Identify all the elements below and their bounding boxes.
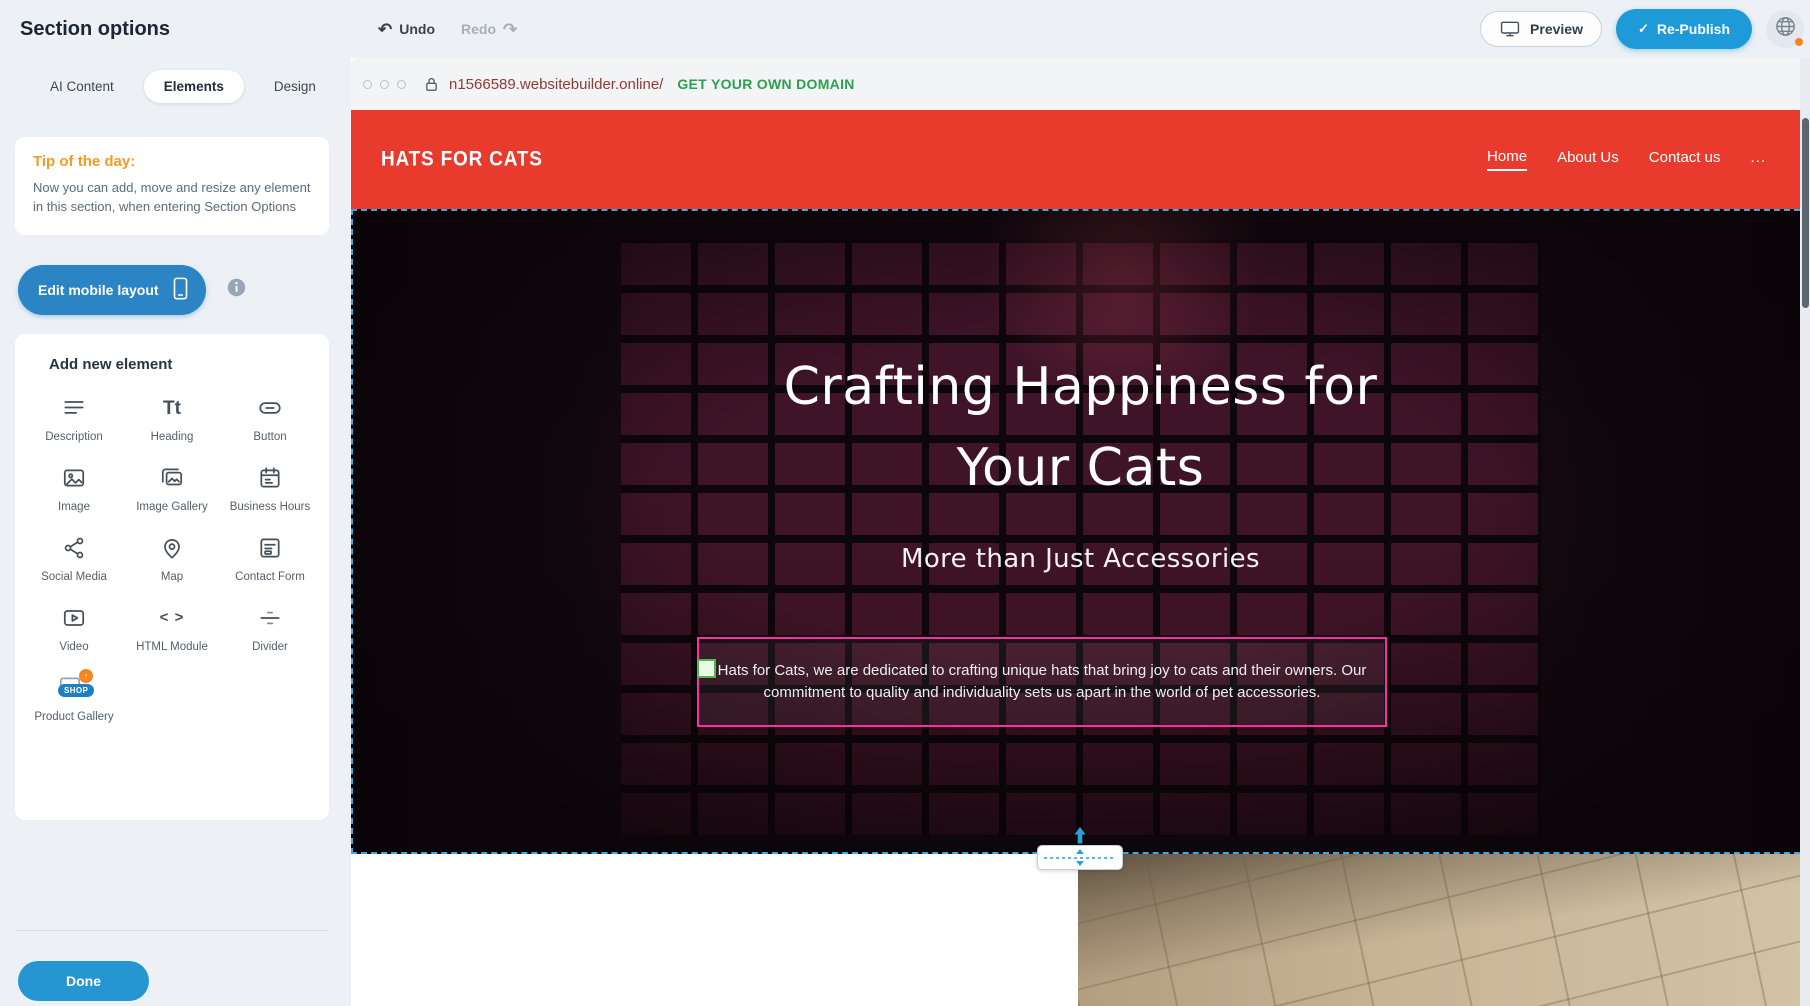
tab-elements[interactable]: Elements: [144, 70, 244, 103]
add-new-element-title: Add new element: [49, 356, 319, 373]
nav-home[interactable]: Home: [1487, 148, 1527, 171]
undo-redo-group: ↶ Undo Redo ↷: [378, 0, 517, 58]
tip-body: Now you can add, move and resize any ele…: [33, 179, 311, 217]
tip-title: Tip of the day:: [33, 153, 311, 170]
app-root: Section options ↶ Undo Redo ↷ Preview ✓ …: [0, 0, 1810, 1006]
hero-section[interactable]: Crafting Happiness for Your Cats More th…: [351, 209, 1810, 854]
hero-heading-line1: Crafting Happiness for: [351, 347, 1810, 428]
site-url: n1566589.websitebuilder.online/: [449, 76, 663, 93]
redo-label: Redo: [461, 21, 496, 37]
topbar-right-group: Preview ✓ Re-Publish: [1480, 0, 1804, 58]
window-dot-icon: [380, 80, 389, 89]
element-heading[interactable]: Tt Heading: [123, 393, 221, 445]
section-resize-arrow-icon: [1073, 826, 1087, 850]
button-icon: [255, 393, 285, 423]
business-hours-icon: [255, 463, 285, 493]
image-gallery-icon: [157, 463, 187, 493]
window-dots: [363, 80, 406, 89]
preview-label: Preview: [1530, 21, 1583, 37]
map-pin-icon: [157, 533, 187, 563]
element-drag-handle[interactable]: [697, 659, 716, 678]
sidebar-tabs: AI Content Elements Design: [30, 70, 336, 103]
element-description[interactable]: Description: [25, 393, 123, 445]
redo-button[interactable]: Redo ↷: [461, 21, 517, 38]
product-gallery-icon: SHOP ↑: [57, 673, 91, 703]
sidebar-divider: [15, 930, 329, 931]
element-html-module[interactable]: < > HTML Module: [123, 603, 221, 655]
description-icon: [59, 393, 89, 423]
tab-design[interactable]: Design: [254, 70, 336, 103]
divider-icon: [255, 603, 285, 633]
nav-contact-us[interactable]: Contact us: [1649, 149, 1721, 170]
undo-icon: ↶: [378, 21, 392, 38]
tip-of-the-day-card: Tip of the day: Now you can add, move an…: [15, 137, 329, 235]
nav-about-us[interactable]: About Us: [1557, 149, 1619, 170]
html-module-icon: < >: [157, 603, 187, 633]
element-contact-form[interactable]: Contact Form: [221, 533, 319, 585]
info-icon[interactable]: [226, 277, 247, 303]
element-grid: Description Tt Heading Button: [25, 393, 319, 725]
section-options-sidebar: AI Content Elements Design Tip of the da…: [0, 58, 351, 1006]
hero-heading[interactable]: Crafting Happiness for Your Cats: [351, 347, 1810, 509]
check-icon: ✓: [1638, 21, 1649, 37]
page-title: Section options: [20, 18, 170, 41]
next-section-photo: [1078, 854, 1810, 1006]
language-globe-button[interactable]: [1766, 10, 1804, 48]
selected-text-element[interactable]: Hats for Cats, we are dedicated to craft…: [697, 637, 1387, 727]
scrollbar-track: [1800, 58, 1810, 1006]
element-button[interactable]: Button: [221, 393, 319, 445]
tab-ai-content[interactable]: AI Content: [30, 70, 134, 103]
upgrade-badge-icon: ↑: [79, 669, 93, 683]
browser-chrome-bar: n1566589.websitebuilder.online/ GET YOUR…: [351, 58, 1810, 110]
undo-label: Undo: [399, 21, 435, 37]
top-toolbar: Section options ↶ Undo Redo ↷ Preview ✓ …: [0, 0, 1810, 58]
scrollbar-thumb[interactable]: [1802, 118, 1809, 308]
republish-button[interactable]: ✓ Re-Publish: [1616, 9, 1752, 49]
video-icon: [59, 603, 89, 633]
site-nav: Home About Us Contact us ...: [1487, 148, 1766, 171]
add-new-element-panel: Add new element Description Tt Heading: [15, 334, 329, 820]
element-product-gallery[interactable]: SHOP ↑ Product Gallery: [25, 673, 123, 725]
hero-paragraph: Hats for Cats, we are dedicated to craft…: [717, 660, 1367, 705]
window-dot-icon: [363, 80, 372, 89]
shop-badge: SHOP: [58, 684, 94, 697]
element-social-media[interactable]: Social Media: [25, 533, 123, 585]
monitor-icon: [1499, 21, 1521, 37]
element-image[interactable]: Image: [25, 463, 123, 515]
window-dot-icon: [397, 80, 406, 89]
hero-glow: [351, 209, 1810, 854]
mobile-layout-row: Edit mobile layout: [18, 265, 247, 315]
element-image-gallery[interactable]: Image Gallery: [123, 463, 221, 515]
edit-mobile-label: Edit mobile layout: [38, 282, 159, 298]
heading-icon: Tt: [157, 393, 187, 423]
nav-more[interactable]: ...: [1750, 149, 1766, 170]
site-preview-area: n1566589.websitebuilder.online/ GET YOUR…: [351, 58, 1810, 1006]
element-map[interactable]: Map: [123, 533, 221, 585]
republish-label: Re-Publish: [1657, 21, 1730, 37]
edit-mobile-layout-button[interactable]: Edit mobile layout: [18, 265, 206, 315]
undo-button[interactable]: ↶ Undo: [378, 21, 435, 38]
lock-icon: [424, 76, 439, 93]
redo-icon: ↷: [503, 21, 517, 38]
get-domain-link[interactable]: GET YOUR OWN DOMAIN: [677, 76, 854, 92]
site-header: HATS FOR CATS Home About Us Contact us .…: [351, 110, 1810, 209]
done-button[interactable]: Done: [18, 961, 149, 1001]
site-logo: HATS FOR CATS: [381, 147, 543, 172]
contact-form-icon: [255, 533, 285, 563]
social-media-icon: [59, 533, 89, 563]
element-divider[interactable]: Divider: [221, 603, 319, 655]
notification-dot: [1795, 38, 1803, 46]
hero-subheading[interactable]: More than Just Accessories: [351, 541, 1810, 577]
image-icon: [59, 463, 89, 493]
element-business-hours[interactable]: Business Hours: [221, 463, 319, 515]
element-video[interactable]: Video: [25, 603, 123, 655]
globe-icon: [1774, 15, 1797, 43]
preview-button[interactable]: Preview: [1480, 11, 1602, 47]
hero-heading-line2: Your Cats: [351, 428, 1810, 509]
phone-icon: [171, 277, 190, 304]
